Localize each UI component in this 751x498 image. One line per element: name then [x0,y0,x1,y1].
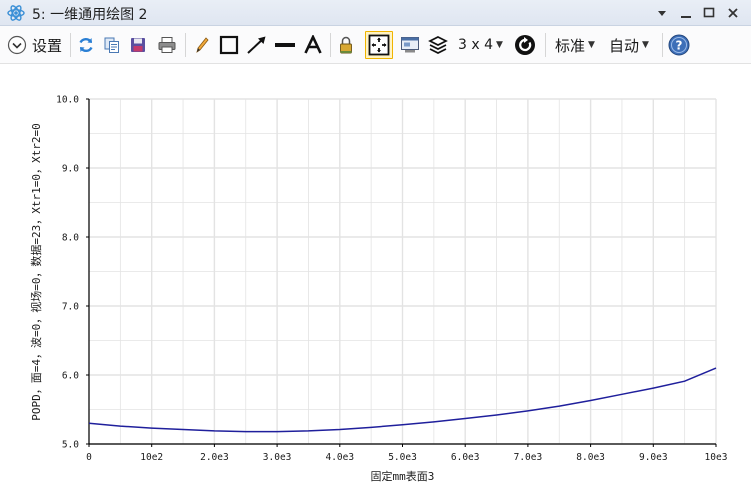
x-tick-label: 3.0e3 [263,452,292,463]
toolbar-divider [662,33,663,57]
draw-line-button[interactable] [273,32,297,58]
text-icon [304,35,322,54]
maximize-button[interactable] [699,2,719,24]
standard-label: 标准 [555,36,586,55]
caret-down-icon: ▼ [496,40,503,50]
toolbar-divider [330,33,331,57]
x-tick-label: 5.0e3 [388,452,417,463]
toolbar: 设置 3 x 4 ▼ 标准 ▼ 自动 ▼ ? [0,26,751,64]
plot-area: 0 10e2 2.0e3 3.0e3 4.0e3 5.0e3 6.0e3 7.0e3 8.0e3… [0,64,751,498]
x-tick-label: 0 [86,452,92,463]
maximize-icon [703,7,715,18]
lock-icon [340,36,352,54]
rectangle-icon [219,35,239,55]
draw-arrow-button[interactable] [245,32,269,58]
x-tick-label: 7.0e3 [514,452,543,463]
window-button[interactable] [399,32,421,58]
auto-dropdown[interactable]: 自动 ▼ [609,32,655,58]
x-tick-label: 8.0e3 [576,452,605,463]
toolbar-divider [185,33,186,57]
x-tick-label: 2.0e3 [200,452,229,463]
svg-text:?: ? [676,39,683,53]
y-tick-label: 8.0 [62,233,79,244]
chevron-down-icon [658,11,666,16]
y-tick-label: 7.0 [62,302,79,313]
y-tick-label: 10.0 [56,95,79,106]
caret-down-icon: ▼ [588,40,595,50]
settings-button[interactable]: 设置 [7,32,67,58]
pencil-icon [196,37,209,53]
rotate-button[interactable] [513,32,537,58]
standard-dropdown[interactable]: 标准 ▼ [555,32,601,58]
x-tick-label: 6.0e3 [451,452,480,463]
print-icon [158,37,176,53]
y-tick-label: 9.0 [62,164,79,175]
title-bar: 5: 一维通用绘图 2 [0,0,751,26]
toolbar-divider [70,33,71,57]
x-tick-label: 4.0e3 [325,452,354,463]
help-icon: ? [668,34,690,56]
draw-rectangle-button[interactable] [218,32,240,58]
atom-icon [6,3,26,23]
copy-icon [104,37,119,53]
x-tick-label: 10e2 [140,452,163,463]
y-axis-title: POPD，面=4，波=0，视场=0，数据=23，Xtr1=0，Xtr2=0 [30,122,43,421]
layers-icon [428,36,448,54]
window-menu-button[interactable] [652,2,672,24]
draw-pencil-button[interactable] [192,32,212,58]
window-title: 5: 一维通用绘图 2 [32,7,148,23]
line-chart: 0 10e2 2.0e3 3.0e3 4.0e3 5.0e3 6.0e3 7.0e3 8.0e3… [56,95,728,464]
rotate-icon [515,35,535,55]
toolbar-divider [545,33,546,57]
x-axis-title: 固定mm表面3 [370,470,435,483]
minimize-icon [681,16,691,18]
close-button[interactable] [723,2,743,24]
x-tick-label: 10e3 [705,452,728,463]
minimize-button[interactable] [676,2,696,24]
help-button[interactable]: ? [667,32,691,58]
save-button[interactable] [127,32,149,58]
auto-label: 自动 [609,36,640,55]
chevron-down-circle-icon [7,35,27,55]
fit-icon [368,34,390,56]
grid-layout-dropdown[interactable]: 3 x 4 ▼ [458,32,508,58]
x-tick-label: 9.0e3 [639,452,668,463]
line-icon [275,43,295,47]
window-icon [401,37,419,53]
copy-button[interactable] [101,32,123,58]
y-tick-label: 5.0 [62,440,79,451]
y-tick-label: 6.0 [62,371,79,382]
caret-down-icon: ▼ [642,40,649,50]
settings-label: 设置 [32,36,63,55]
arrow-icon [247,36,266,54]
refresh-icon [79,37,93,53]
lock-button[interactable] [335,32,357,58]
add-text-button[interactable] [302,32,324,58]
fit-view-button[interactable] [365,31,393,59]
save-icon [131,38,145,52]
grid-layout-label: 3 x 4 [458,37,493,53]
print-button[interactable] [155,32,179,58]
close-icon [728,8,738,18]
layers-button[interactable] [427,32,449,58]
refresh-button[interactable] [75,32,97,58]
